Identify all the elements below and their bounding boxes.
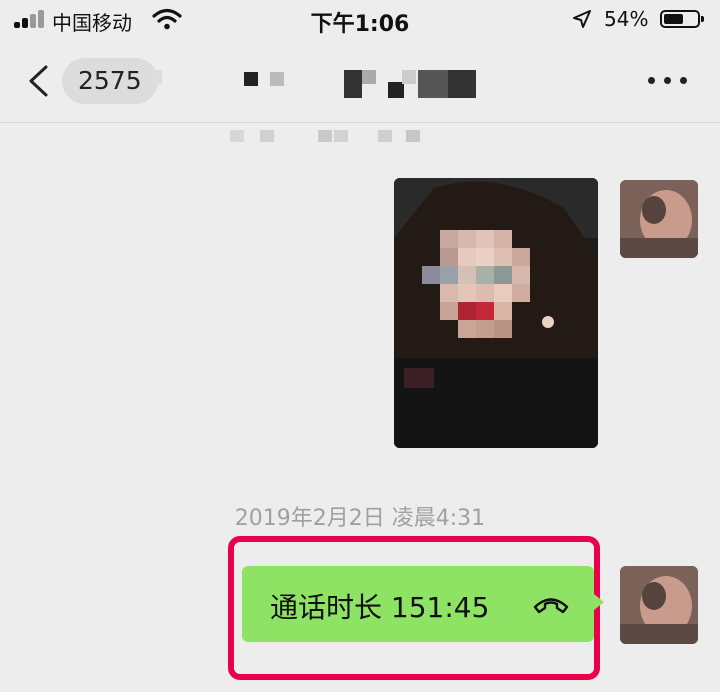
battery-icon bbox=[660, 10, 704, 28]
chat-header: 2575 bbox=[0, 42, 720, 123]
avatar[interactable] bbox=[620, 566, 698, 644]
phone-hangup-icon bbox=[533, 598, 569, 614]
battery-percent: 54% bbox=[604, 7, 649, 31]
call-duration-text: 通话时长 151:45 bbox=[270, 591, 490, 624]
avatar[interactable] bbox=[620, 180, 698, 258]
selfie-photo bbox=[394, 178, 598, 448]
chevron-left-icon[interactable] bbox=[26, 64, 50, 98]
location-icon bbox=[573, 10, 591, 28]
sent-photo-message[interactable] bbox=[394, 178, 598, 448]
more-dots-icon[interactable] bbox=[646, 72, 690, 88]
censored-subtitle bbox=[230, 126, 470, 146]
message-timestamp: 2019年2月2日 凌晨4:31 bbox=[234, 506, 486, 531]
contact-name-censored bbox=[140, 64, 500, 104]
status-bar: 中国移动 下午1:06 54% bbox=[0, 0, 720, 40]
call-record-bubble[interactable]: 通话时长 151:45 bbox=[242, 566, 604, 642]
